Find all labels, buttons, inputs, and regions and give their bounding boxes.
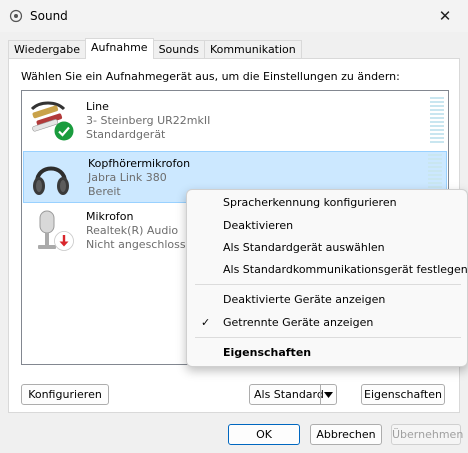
default-check-badge (54, 121, 74, 141)
menu-item-disable[interactable]: Deaktivieren (223, 219, 293, 232)
device-item-line[interactable]: Line 3- Steinberg UR22mkII Standardgerät (22, 95, 448, 147)
cancel-button[interactable]: Abbrechen (310, 424, 382, 445)
menu-item-configure-speech[interactable]: Spracherkennung konfigurieren (223, 196, 397, 209)
menu-separator (195, 337, 461, 338)
ok-button[interactable]: OK (228, 424, 300, 445)
tab-wiedergabe[interactable]: Wiedergabe (8, 40, 87, 59)
configure-button[interactable]: Konfigurieren (21, 384, 109, 405)
tab-sounds[interactable]: Sounds (152, 40, 205, 59)
sound-app-icon (8, 8, 24, 24)
close-icon[interactable]: ✕ (436, 7, 454, 25)
tab-aufnahme[interactable]: Aufnahme (85, 38, 154, 59)
checkmark-icon: ✓ (201, 316, 211, 329)
level-meter (430, 97, 444, 143)
device-status: Bereit (88, 185, 121, 198)
menu-item-set-default[interactable]: Als Standardgerät auswählen (223, 241, 385, 254)
set-default-split-button[interactable]: Als Standard (249, 384, 337, 405)
instruction-text: Wählen Sie ein Aufnahmegerät aus, um die… (21, 70, 400, 83)
set-default-label: Als Standard (254, 388, 324, 401)
menu-item-show-disconnected[interactable]: Getrennte Geräte anzeigen (223, 316, 373, 329)
context-menu: Spracherkennung konfigurieren Deaktivier… (186, 189, 468, 367)
menu-item-properties[interactable]: Eigenschaften (223, 346, 311, 359)
menu-item-show-disabled[interactable]: Deaktivierte Geräte anzeigen (223, 293, 385, 306)
chevron-down-icon[interactable] (320, 385, 336, 404)
tab-kommunikation[interactable]: Kommunikation (203, 40, 302, 59)
properties-button[interactable]: Eigenschaften (361, 384, 445, 405)
device-name: Line (86, 100, 109, 113)
device-name: Mikrofon (86, 210, 134, 223)
apply-button[interactable]: Übernehmen (391, 424, 463, 445)
window-title: Sound (30, 9, 68, 23)
device-description: Realtek(R) Audio (86, 224, 179, 237)
device-status: Nicht angeschlossen (86, 238, 200, 251)
headset-icon (28, 156, 78, 202)
menu-separator (195, 284, 461, 285)
device-description: 3- Steinberg UR22mkII (86, 114, 211, 127)
device-status: Standardgerät (86, 128, 166, 141)
unplugged-badge (54, 231, 74, 251)
title-bar: Sound ✕ (0, 0, 468, 32)
menu-item-set-default-communication[interactable]: Als Standardkommunikationsgerät festlege… (223, 263, 468, 276)
device-description: Jabra Link 380 (88, 171, 167, 184)
device-name: Kopfhörermikrofon (88, 157, 191, 170)
tab-strip: Wiedergabe Aufnahme Sounds Kommunikation (8, 38, 302, 59)
